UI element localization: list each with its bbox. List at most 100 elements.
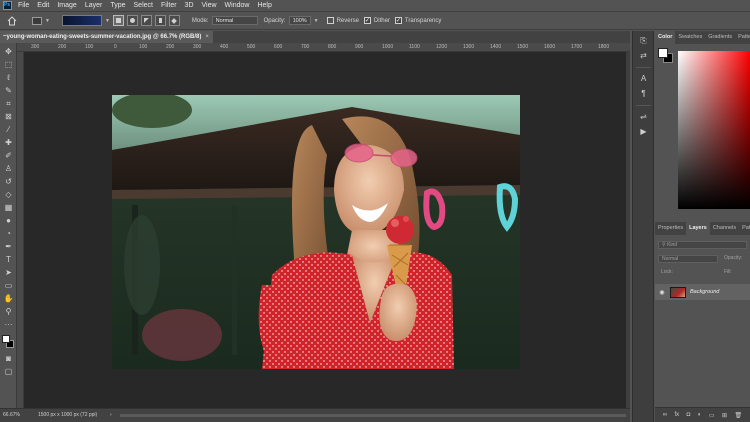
close-icon[interactable]: ×: [205, 34, 209, 40]
history-brush-tool-icon[interactable]: ↺: [3, 177, 14, 187]
quick-mask-icon[interactable]: ◙: [3, 354, 14, 364]
diamond-gradient-button[interactable]: [168, 15, 180, 26]
trash-icon[interactable]: 🗑: [735, 412, 743, 419]
pen-tool-icon[interactable]: ✒: [3, 242, 14, 252]
tab-paths[interactable]: Paths: [739, 222, 750, 235]
marquee-tool-icon[interactable]: ⬚: [3, 60, 14, 70]
document-tab[interactable]: ~young-woman-eating-sweets-summer-vacati…: [0, 31, 213, 43]
type-tool-icon[interactable]: T: [3, 255, 14, 265]
tab-swatches[interactable]: Swatches: [675, 31, 705, 44]
tab-color[interactable]: Color: [655, 31, 676, 44]
menu-layer[interactable]: Layer: [81, 0, 107, 11]
divider: [636, 67, 651, 68]
tab-patterns[interactable]: Patterns: [735, 31, 750, 44]
menu-image[interactable]: Image: [53, 0, 80, 11]
opacity-input[interactable]: 100%: [288, 16, 311, 25]
eraser-tool-icon[interactable]: ◇: [3, 190, 14, 200]
default-colors-icon[interactable]: [2, 335, 15, 351]
mode-label: Mode:: [191, 17, 209, 24]
mask-icon[interactable]: ◘: [687, 412, 691, 418]
document-image[interactable]: [112, 95, 520, 369]
chevron-down-icon[interactable]: ▼: [45, 18, 50, 24]
linear-gradient-button[interactable]: [112, 15, 124, 26]
hand-tool-icon[interactable]: ✋: [3, 294, 14, 304]
menu-view[interactable]: View: [198, 0, 221, 11]
home-icon[interactable]: [6, 15, 18, 27]
paragraph-icon[interactable]: ¶: [638, 89, 649, 99]
screen-mode-icon[interactable]: ▢: [3, 367, 14, 377]
blur-tool-icon[interactable]: ●: [3, 216, 14, 226]
reverse-checkbox[interactable]: [326, 17, 334, 24]
chevron-right-icon[interactable]: ›: [110, 412, 112, 418]
menu-filter[interactable]: Filter: [157, 0, 181, 11]
canvas-area[interactable]: [24, 52, 626, 408]
new-layer-icon[interactable]: ⊞: [722, 412, 727, 419]
clone-stamp-tool-icon[interactable]: ♙: [3, 164, 14, 174]
chevron-down-icon[interactable]: ▼: [105, 18, 110, 24]
menu-3d[interactable]: 3D: [181, 0, 198, 11]
ruler-tick: 100: [85, 44, 94, 50]
layer-row[interactable]: ◉ Background: [655, 284, 750, 300]
menu-type[interactable]: Type: [106, 0, 129, 11]
mode-select[interactable]: Normal: [211, 16, 258, 25]
layer-filter-input[interactable]: ⚲ Kind: [658, 241, 747, 249]
tab-gradients[interactable]: Gradients: [705, 31, 735, 44]
path-select-tool-icon[interactable]: ➤: [3, 268, 14, 278]
foreground-color-swatch[interactable]: [2, 335, 10, 343]
menu-select[interactable]: Select: [130, 0, 157, 11]
adjustment-icon[interactable]: ◐: [698, 412, 702, 418]
transparency-checkbox[interactable]: ✓: [394, 17, 402, 24]
tool-preset-picker[interactable]: [32, 16, 42, 25]
brush-tool-icon[interactable]: ✐: [3, 151, 14, 161]
status-bar: 66.67% 1500 px x 1000 px (72 ppi) ›: [0, 408, 630, 422]
blend-mode-select[interactable]: Normal: [658, 255, 718, 263]
frame-tool-icon[interactable]: ⊠: [3, 112, 14, 122]
link-icon[interactable]: ∞: [663, 412, 667, 418]
layers-footer: ∞ fx ◘ ◐ ▭ ⊞ 🗑: [655, 407, 750, 422]
vertical-scrollbar[interactable]: [626, 52, 630, 408]
eye-icon[interactable]: ◉: [657, 289, 667, 296]
transparency-label: Transparency: [404, 17, 442, 24]
actions-icon[interactable]: ▶: [638, 127, 649, 137]
color-picker-field[interactable]: [678, 51, 750, 209]
collapsed-panels-column: ⎘ ⇄ A ¶ ⇌ ▶: [632, 31, 654, 422]
foreground-color-swatch[interactable]: [658, 48, 668, 58]
zoom-level[interactable]: 66.67%: [3, 412, 20, 418]
menu-help[interactable]: Help: [253, 0, 275, 11]
libraries-icon[interactable]: ⇌: [638, 112, 649, 122]
opacity-value: 100%: [292, 17, 307, 24]
healing-brush-tool-icon[interactable]: ✚: [3, 138, 14, 148]
tab-channels[interactable]: Channels: [710, 222, 739, 235]
dither-checkbox[interactable]: ✓: [363, 17, 371, 24]
horizontal-scrollbar[interactable]: [120, 414, 626, 417]
ruler-tick: 300: [31, 44, 40, 50]
dodge-tool-icon[interactable]: ◔: [3, 229, 14, 239]
character-icon[interactable]: A: [638, 74, 649, 84]
gradient-editor-swatch[interactable]: [61, 15, 102, 26]
radial-gradient-button[interactable]: [126, 15, 138, 26]
fx-icon[interactable]: fx: [675, 412, 680, 418]
adjustments-icon[interactable]: ⇄: [638, 51, 649, 61]
layer-name[interactable]: Background: [690, 289, 719, 295]
move-tool-icon[interactable]: ✥: [3, 47, 14, 57]
menu-window[interactable]: Window: [221, 0, 254, 11]
tab-properties[interactable]: Properties: [655, 222, 686, 235]
eyedropper-tool-icon[interactable]: ⁄: [3, 125, 14, 135]
menu-file[interactable]: File: [14, 0, 33, 11]
angle-gradient-button[interactable]: [140, 15, 152, 26]
crop-tool-icon[interactable]: ⌗: [3, 99, 14, 109]
more-tools-icon[interactable]: ···: [3, 320, 14, 330]
menu-edit[interactable]: Edit: [33, 0, 53, 11]
tab-layers[interactable]: Layers: [686, 222, 710, 235]
gradient-tool-icon[interactable]: ▦: [3, 203, 14, 213]
right-panels: Color Swatches Gradients Patterns Proper…: [655, 31, 750, 422]
quick-select-tool-icon[interactable]: ✎: [3, 86, 14, 96]
photoshop-logo[interactable]: Ps: [0, 0, 14, 11]
chevron-down-icon[interactable]: ▼: [314, 18, 319, 24]
folder-icon[interactable]: ▭: [709, 412, 715, 419]
zoom-tool-icon[interactable]: ⚲: [3, 307, 14, 317]
reflected-gradient-button[interactable]: [154, 15, 166, 26]
history-icon[interactable]: ⎘: [638, 36, 649, 46]
lasso-tool-icon[interactable]: ℓ: [3, 73, 14, 83]
rectangle-tool-icon[interactable]: ▭: [3, 281, 14, 291]
